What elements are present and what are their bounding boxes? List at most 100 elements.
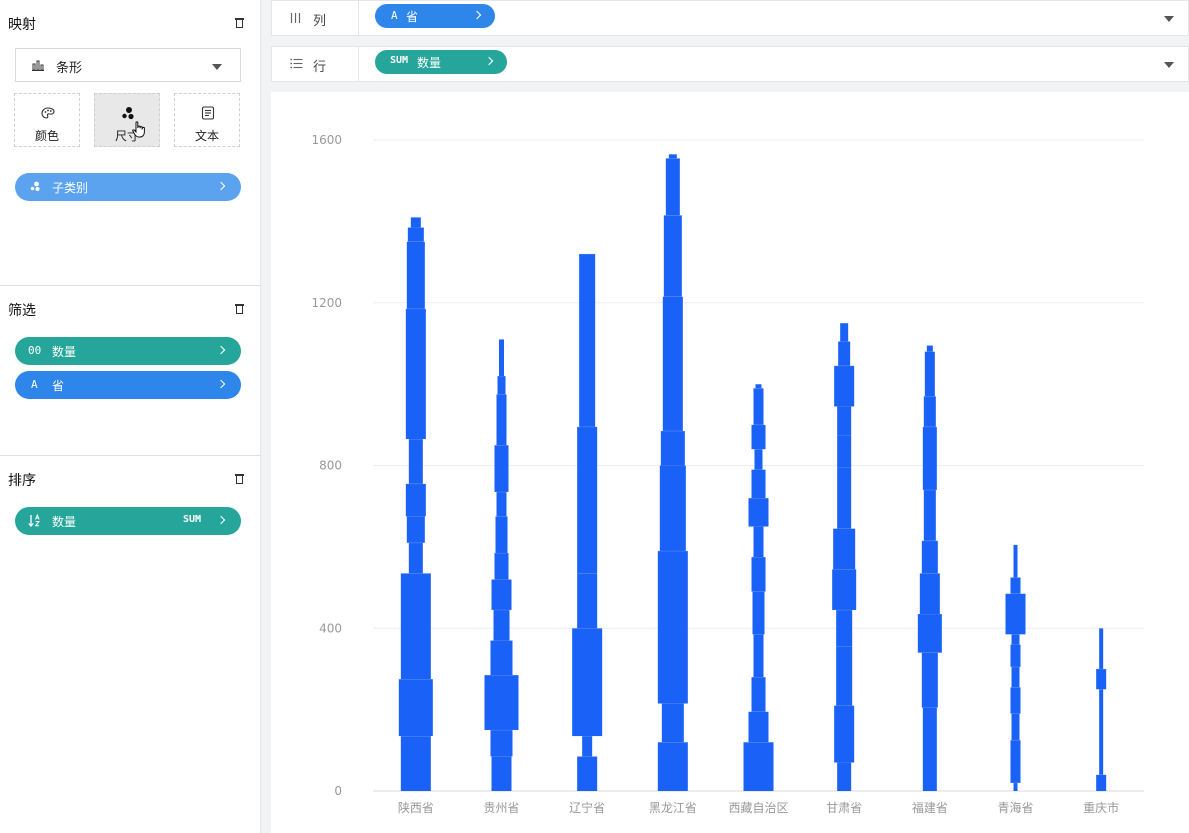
bar-segment xyxy=(1096,668,1107,690)
bar-segment xyxy=(663,215,682,297)
bar-segment xyxy=(917,614,942,653)
size-channel-button[interactable]: 尺寸 xyxy=(94,93,160,147)
bar-segment xyxy=(1099,628,1104,669)
chevron-right-icon xyxy=(472,10,482,20)
bar-segment xyxy=(751,424,766,450)
filter-pill-quantity[interactable]: 00 数量 xyxy=(15,337,241,365)
filter-title: 筛选 xyxy=(8,303,36,319)
bar-segment xyxy=(499,339,504,376)
bar-chart: 0 400 800 1200 1600 陕西省 贵州省 辽宁省 黑龙江省 西藏自治区 甘肃省 福建省 青… xyxy=(311,133,1144,815)
bar-segment xyxy=(579,253,596,427)
mapping-section: 映射 条形 颜色 尺寸 文本 子类别 xyxy=(0,0,261,285)
trash-icon[interactable] xyxy=(235,303,244,314)
bar-segment xyxy=(660,430,685,466)
chevron-down-icon[interactable] xyxy=(1164,62,1174,68)
y-tick-label: 800 xyxy=(319,459,342,473)
chevron-right-icon xyxy=(216,345,226,355)
chevron-right-icon xyxy=(216,379,226,389)
x-tick-label: 辽宁省 xyxy=(569,800,605,815)
rows-pill-agg: SUM xyxy=(390,55,409,66)
bar-segment xyxy=(661,703,684,743)
bar-segment xyxy=(832,569,857,610)
trash-icon[interactable] xyxy=(235,473,244,484)
mapping-title: 映射 xyxy=(8,17,36,33)
bar-segment xyxy=(495,516,508,553)
bar-segment xyxy=(572,628,603,737)
color-channel-button[interactable]: 颜色 xyxy=(14,93,80,147)
text-icon xyxy=(201,106,215,120)
bar-segment xyxy=(1096,774,1107,791)
chevron-down-icon[interactable] xyxy=(1164,16,1174,22)
bar-segment xyxy=(496,394,507,446)
bar-segment xyxy=(657,742,688,791)
bar-segment xyxy=(748,498,769,527)
columns-icon xyxy=(290,13,301,23)
bar-segment xyxy=(408,542,423,574)
bar-segment xyxy=(1011,666,1020,688)
bar-segment xyxy=(754,449,763,470)
bar-segment xyxy=(752,591,765,635)
bar-segment xyxy=(1099,689,1104,775)
y-tick-label: 1600 xyxy=(311,133,342,147)
sort-title: 排序 xyxy=(8,473,36,489)
columns-pill[interactable]: A 省 xyxy=(375,4,495,28)
bar-segment xyxy=(406,516,425,543)
mark-type-select[interactable]: 条形 xyxy=(15,48,241,82)
sort-az-icon xyxy=(28,514,41,527)
bar-segment xyxy=(1013,782,1018,791)
bar-segment xyxy=(406,241,425,309)
bar-segment xyxy=(837,434,852,468)
bar-segment xyxy=(1010,644,1021,667)
bar-segment xyxy=(753,526,764,558)
trash-icon[interactable] xyxy=(235,17,244,28)
chevron-down-icon xyxy=(212,64,222,70)
bar-segment xyxy=(1005,593,1026,635)
mark-type-label: 条形 xyxy=(56,61,83,76)
rows-shelf[interactable]: 行 SUM 数量 xyxy=(271,46,1189,82)
filter-field-label: 省 xyxy=(52,379,65,393)
bar-segment xyxy=(921,652,938,708)
x-tick-label: 福建省 xyxy=(912,800,948,815)
palette-icon xyxy=(41,107,55,119)
bar-segment xyxy=(407,227,424,242)
bar-segment xyxy=(840,323,849,342)
rows-pill[interactable]: SUM 数量 xyxy=(375,50,507,74)
text-type-icon: A xyxy=(391,9,398,22)
bar-segment xyxy=(497,375,506,395)
size-channel-label: 尺寸 xyxy=(114,129,139,143)
divider xyxy=(358,47,359,81)
bar-segment xyxy=(408,439,423,484)
bar-segment xyxy=(662,296,683,431)
bar-segment xyxy=(657,550,688,704)
color-channel-label: 颜色 xyxy=(34,129,59,143)
bar-segment xyxy=(923,489,936,541)
sort-pill[interactable]: 数量 SUM xyxy=(15,507,241,535)
filter-section: 筛选 00 数量 A 省 xyxy=(0,286,261,455)
bar-segment xyxy=(490,729,513,757)
bar-segment xyxy=(836,646,853,706)
bar-segment xyxy=(1010,577,1021,594)
x-tick-label: 甘肃省 xyxy=(826,801,862,815)
x-tick-label: 黑龙江省 xyxy=(649,801,697,815)
text-channel-button[interactable]: 文本 xyxy=(174,93,240,147)
size-icon xyxy=(30,181,40,191)
bar-segment xyxy=(836,609,853,647)
bar-segment xyxy=(484,675,519,730)
columns-pill-label: 省 xyxy=(406,10,419,24)
text-channel-label: 文本 xyxy=(194,129,219,143)
columns-shelf[interactable]: 列 A 省 xyxy=(271,0,1189,36)
bar-segment xyxy=(833,528,856,570)
text-type-icon: A xyxy=(31,378,38,391)
chart-area: 0 400 800 1200 1600 陕西省 贵州省 辽宁省 黑龙江省 西藏自治区 甘肃省 福建省 青… xyxy=(271,92,1189,833)
y-tick-label: 0 xyxy=(334,784,342,798)
filter-pill-province[interactable]: A 省 xyxy=(15,371,241,399)
bar-segment xyxy=(490,640,513,676)
sort-agg-label: SUM xyxy=(182,514,201,525)
bar-segment xyxy=(577,426,598,574)
rows-pill-label: 数量 xyxy=(417,56,442,70)
chevron-right-icon xyxy=(216,181,226,191)
bar-segment xyxy=(922,426,937,490)
size-field-pill[interactable]: 子类别 xyxy=(15,173,241,201)
bar-segment xyxy=(1011,713,1020,741)
bar-segment xyxy=(577,756,598,791)
